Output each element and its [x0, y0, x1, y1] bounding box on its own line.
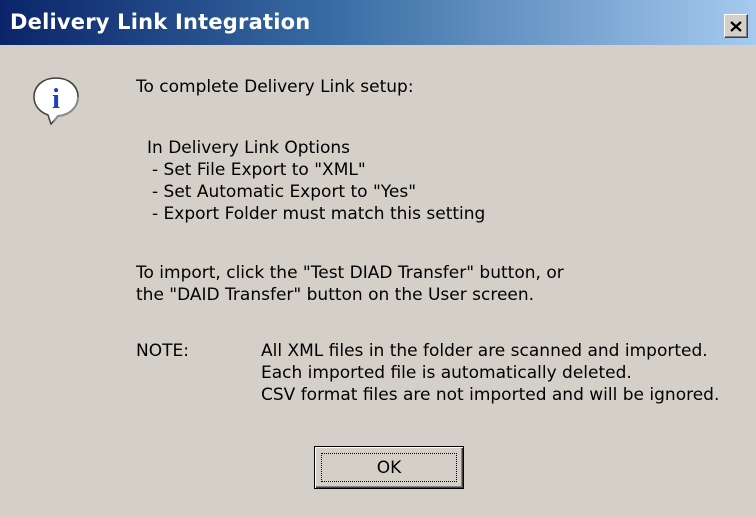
note-line: All XML files in the folder are scanned …: [261, 341, 708, 361]
import-line: the "DAID Transfer" button on the User s…: [136, 285, 535, 305]
title-bar[interactable]: Delivery Link Integration: [0, 0, 756, 45]
import-line: To import, click the "Test DIAD Transfer…: [136, 263, 564, 283]
svg-text:i: i: [52, 84, 60, 115]
close-button[interactable]: [724, 14, 748, 38]
option-line: - Set Automatic Export to "Yes": [152, 182, 417, 202]
option-line: - Export Folder must match this setting: [152, 204, 486, 224]
ok-button[interactable]: OK: [314, 446, 464, 489]
note-line: CSV format files are not imported and wi…: [261, 385, 720, 405]
option-line: - Set File Export to "XML": [152, 160, 366, 180]
options-heading: In Delivery Link Options: [147, 138, 350, 158]
focus-rectangle: OK: [321, 453, 457, 482]
information-icon: i: [33, 77, 79, 126]
close-icon: [730, 20, 742, 32]
intro-text: To complete Delivery Link setup:: [136, 77, 414, 97]
window-title: Delivery Link Integration: [10, 10, 311, 34]
note-line: Each imported file is automatically dele…: [261, 363, 632, 383]
message-dialog: Delivery Link Integration i To complete …: [0, 0, 756, 517]
ok-button-label: OK: [376, 457, 402, 478]
note-label: NOTE:: [136, 341, 189, 361]
